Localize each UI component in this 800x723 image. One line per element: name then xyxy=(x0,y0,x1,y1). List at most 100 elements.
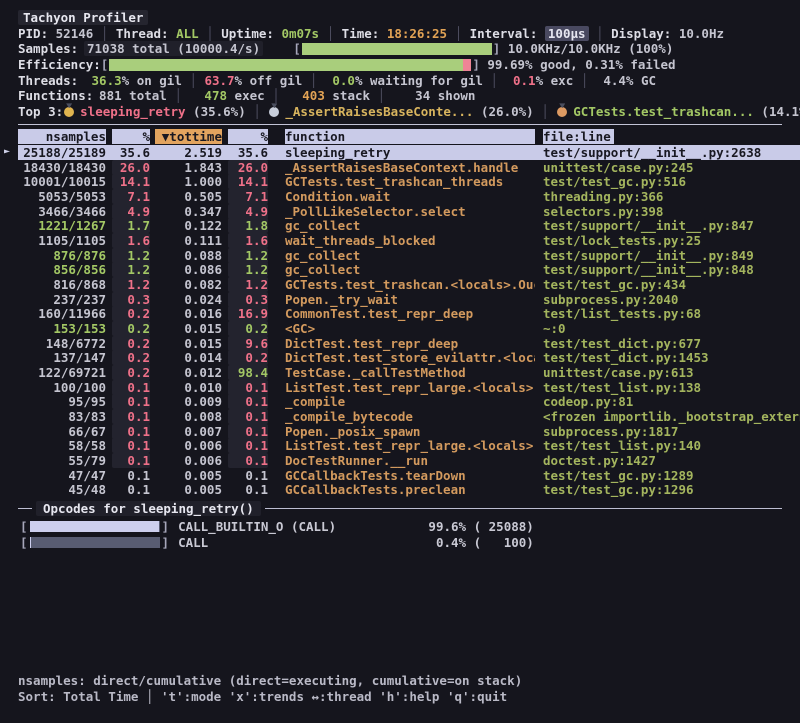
cell-function: GCCallbackTests.tearDown xyxy=(285,468,535,483)
cell-tottime: 1.000 xyxy=(155,174,222,189)
table-row[interactable]: 83/830.10.0080.1_compile_bytecode<frozen… xyxy=(18,409,800,424)
column-header-file[interactable]: file:line xyxy=(543,129,800,144)
samples-bar-open-bracket: [ xyxy=(293,41,301,56)
cell-tottime: 0.086 xyxy=(155,262,222,277)
cell-tottime: 0.111 xyxy=(155,233,222,248)
table-row[interactable]: 3466/34664.90.3474.9_PollLikeSelector.se… xyxy=(18,204,800,219)
cell-function: sleeping_retry xyxy=(285,145,535,160)
functions-segments: 881 total │ 478 exec │ 403 stack │ 34 sh… xyxy=(84,88,475,103)
cell-tottime: 0.082 xyxy=(155,277,222,292)
table-row[interactable]: 1221/12671.70.1221.8gc_collecttest/suppo… xyxy=(18,219,800,234)
separator: │ xyxy=(167,88,190,103)
cell-pct-cumulative: 1.2 xyxy=(228,248,268,263)
cell-pct-direct: 0.1 xyxy=(112,438,150,453)
cell-pct-cumulative: 0.1 xyxy=(228,409,268,424)
cell-pct-cumulative: 1.2 xyxy=(228,277,268,292)
cell-file-line: test/list_tests.py:68 xyxy=(543,306,800,321)
table-row[interactable]: 5053/50537.10.5057.1Condition.waitthread… xyxy=(18,189,800,204)
table-row[interactable]: 856/8561.20.0861.2gc_collecttest/support… xyxy=(18,263,800,278)
table-row[interactable]: 10001/1001514.11.00014.1GCTests.test_tra… xyxy=(18,175,800,190)
separator: │ xyxy=(246,104,269,119)
cell-pct-cumulative: 0.1 xyxy=(228,424,268,439)
column-header-pct-direct[interactable]: % xyxy=(112,129,150,144)
table-rows: 25188/2518935.62.51935.6sleeping_retryte… xyxy=(18,145,800,497)
function-table: nsamples % ▼tottime % function file:line… xyxy=(18,129,800,497)
cell-nsamples: 18430/18430 xyxy=(18,160,106,175)
cell-pct-cumulative: 0.1 xyxy=(228,438,268,453)
table-row[interactable]: 148/67720.20.0159.6DictTest.test_repr_de… xyxy=(18,336,800,351)
table-row[interactable]: 95/950.10.0090.1_compilecodeop.py:81 xyxy=(18,395,800,410)
table-row[interactable]: 47/470.10.0050.1GCCallbackTests.tearDown… xyxy=(18,468,800,483)
top-function-share: (26.0%) xyxy=(473,104,533,119)
column-header-tottime-sorted[interactable]: ▼tottime xyxy=(155,129,222,144)
table-row[interactable]: 45/480.10.0050.1GCCallbackTests.preclean… xyxy=(18,483,800,498)
medal-silver-icon xyxy=(269,107,279,117)
status-label: Interval: xyxy=(470,26,545,41)
cell-file-line: test/support/__init__.py:849 xyxy=(543,248,800,263)
cell-file-line: test/test_list.py:138 xyxy=(543,380,800,395)
status-label: Uptime: xyxy=(221,26,281,41)
efficiency-label: Efficiency: xyxy=(18,57,101,72)
cell-pct-direct: 1.2 xyxy=(112,277,150,292)
opcode-bar xyxy=(30,521,160,532)
table-row[interactable]: 122/697210.20.01298.4TestCase._callTestM… xyxy=(18,365,800,380)
table-row[interactable]: 25188/2518935.62.51935.6sleeping_retryte… xyxy=(18,145,800,160)
table-row[interactable]: 160/119660.20.01616.9CommonTest.test_rep… xyxy=(18,307,800,322)
cell-function: CommonTest.test_repr_deep xyxy=(285,306,535,321)
separator: │ xyxy=(199,26,222,41)
table-row[interactable]: 66/670.10.0070.1Popen._posix_spawnsubpro… xyxy=(18,424,800,439)
samples-rate: 10.0KHz/10.0KHz (100%) xyxy=(500,41,673,56)
cell-function: Popen._posix_spawn xyxy=(285,424,535,439)
cell-function: ListTest.test_repr_large.<locals>.c... xyxy=(285,438,535,453)
top-function-name: GCTests.test_trashcan... xyxy=(573,104,754,119)
opcode-count: ( 100) xyxy=(466,535,534,550)
cell-file-line: subprocess.py:2040 xyxy=(543,292,800,307)
table-row[interactable]: 58/580.10.0060.1ListTest.test_repr_large… xyxy=(18,439,800,454)
table-header-row: nsamples % ▼tottime % function file:line xyxy=(18,129,800,144)
cell-file-line: test/test_gc.py:1289 xyxy=(543,468,800,483)
separator: │ xyxy=(302,73,325,88)
cell-file-line: test/support/__init__.py:847 xyxy=(543,218,800,233)
cell-tottime: 0.024 xyxy=(155,292,222,307)
cell-pct-cumulative: 16.9 xyxy=(228,306,268,321)
table-row[interactable]: 153/1530.20.0150.2<GC>~:0 xyxy=(18,321,800,336)
cell-nsamples: 122/69721 xyxy=(18,365,106,380)
column-header-function[interactable]: function xyxy=(285,129,535,144)
column-header-nsamples[interactable]: nsamples xyxy=(18,129,106,144)
table-row[interactable]: 237/2370.30.0240.3Popen._try_waitsubproc… xyxy=(18,292,800,307)
cell-pct-cumulative: 0.1 xyxy=(228,453,268,468)
table-row[interactable]: 816/8681.20.0821.2GCTests.test_trashcan.… xyxy=(18,277,800,292)
app-title: Tachyon Profiler xyxy=(18,10,148,25)
table-row[interactable]: 137/1470.20.0140.2DictTest.test_store_ev… xyxy=(18,351,800,366)
cell-pct-direct: 0.1 xyxy=(112,380,150,395)
opcode-bar-close-bracket: ] xyxy=(162,519,170,534)
footer-keybindings: Sort: Total Time │ 't':mode 'x':trends ↔… xyxy=(18,688,522,704)
samples-line: Samples:71038 total (10000.4/s) [] 10.0K… xyxy=(18,41,800,57)
status-label: Thread: xyxy=(116,26,176,41)
cell-nsamples: 816/868 xyxy=(18,277,106,292)
column-header-pct-cumulative[interactable]: % xyxy=(228,129,268,144)
table-row[interactable]: 1105/11051.60.1111.6wait_threads_blocked… xyxy=(18,233,800,248)
cell-tottime: 0.007 xyxy=(155,424,222,439)
opcode-bar-open-bracket: [ xyxy=(20,535,28,550)
table-row[interactable]: 55/790.10.0060.1DocTestRunner.__rundocte… xyxy=(18,453,800,468)
cell-pct-cumulative: 98.4 xyxy=(228,365,268,380)
separator: │ xyxy=(319,26,342,41)
separator: │ xyxy=(182,73,205,88)
cell-function: gc_collect xyxy=(285,248,535,263)
table-row[interactable]: 876/8761.20.0881.2gc_collecttest/support… xyxy=(18,248,800,263)
cell-pct-direct: 1.2 xyxy=(112,262,150,277)
table-row[interactable]: 18430/1843026.01.84326.0_AssertRaisesBas… xyxy=(18,160,800,175)
cell-pct-cumulative: 1.6 xyxy=(228,233,268,248)
cell-nsamples: 5053/5053 xyxy=(18,189,106,204)
status-bar: PID: 52146 │ Thread: ALL │ Uptime: 0m07s… xyxy=(18,26,800,42)
cell-nsamples: 856/856 xyxy=(18,262,106,277)
thread-stat-suffix: % on gil xyxy=(122,73,182,88)
table-row[interactable]: 100/1000.10.0100.1ListTest.test_repr_lar… xyxy=(18,380,800,395)
medal-bronze-icon xyxy=(557,107,567,117)
cell-nsamples: 237/237 xyxy=(18,292,106,307)
opcode-bar-fill xyxy=(30,521,159,532)
cell-tottime: 0.016 xyxy=(155,306,222,321)
cell-nsamples: 55/79 xyxy=(18,453,106,468)
cell-tottime: 2.519 xyxy=(155,145,222,160)
